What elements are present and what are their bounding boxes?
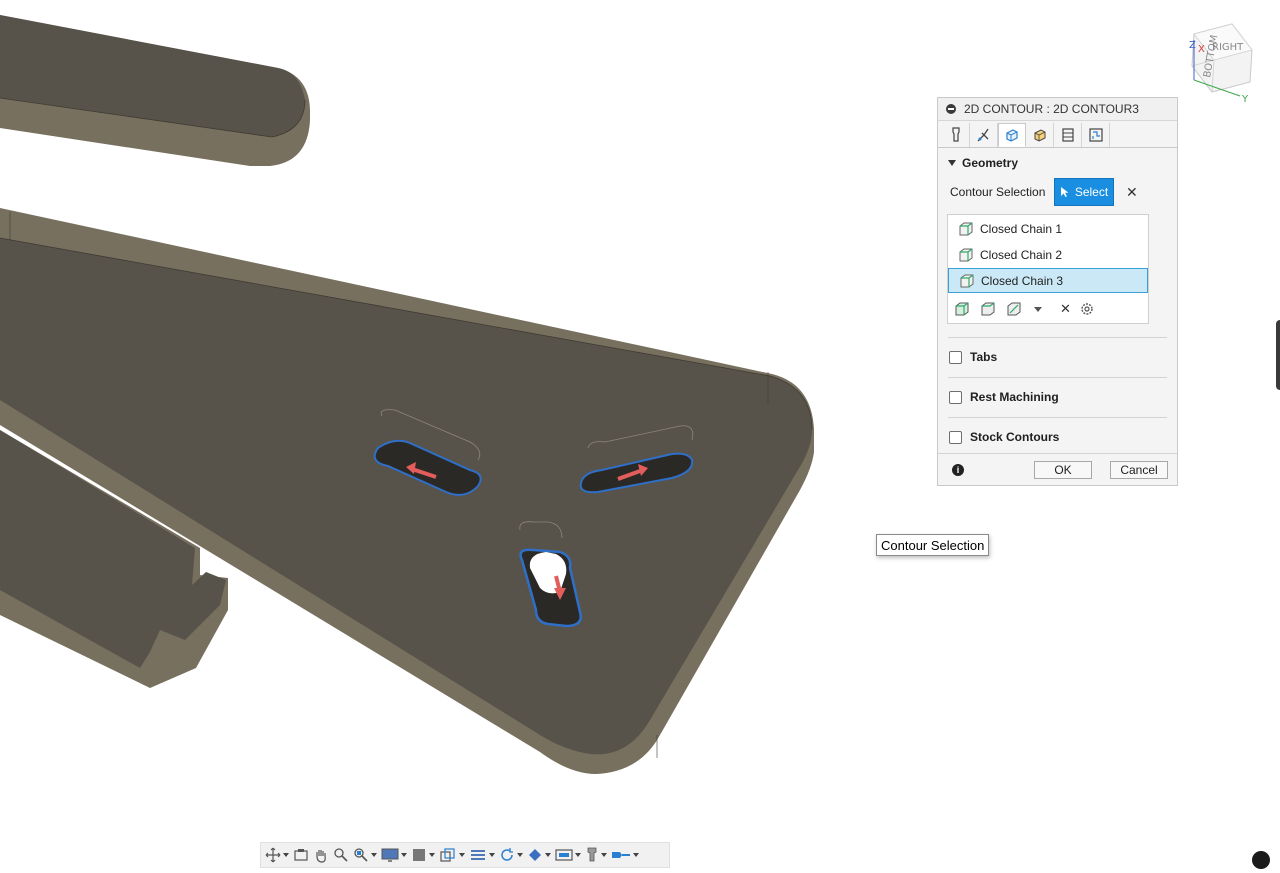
pan-button[interactable]	[313, 847, 329, 863]
add-chain-icon[interactable]	[954, 302, 972, 316]
chain-icon	[959, 222, 973, 235]
settings-gear-icon[interactable]	[1079, 301, 1095, 317]
expand-triangle-icon	[948, 160, 956, 166]
view-cube[interactable]: RIGHT BOTTOM Z X Y	[1180, 20, 1260, 105]
tab-linking[interactable]	[1082, 123, 1110, 147]
chain-list-toolbar: ✕	[948, 294, 1148, 324]
tool-holder-icon	[977, 128, 989, 142]
side-panel-handle[interactable]	[1276, 320, 1280, 390]
upper-bar-body[interactable]	[0, 15, 310, 166]
tool-display-button[interactable]	[585, 847, 607, 863]
tabs-checkbox[interactable]	[949, 350, 962, 364]
rest-machining-row: Rest Machining	[938, 378, 1177, 416]
tab-tool-holder[interactable]	[970, 123, 998, 147]
list-item-selected[interactable]: Closed Chain 3	[948, 268, 1148, 293]
diamond-icon	[529, 849, 541, 861]
tool-icon	[951, 127, 960, 142]
list-item[interactable]: Closed Chain 1	[948, 216, 1148, 241]
open-chain-icon[interactable]	[980, 302, 998, 316]
rest-machining-label: Rest Machining	[970, 390, 1059, 404]
move-arrows-icon	[265, 847, 281, 863]
stock-contours-row: Stock Contours	[938, 418, 1177, 456]
cursor-arrow-icon	[1060, 187, 1069, 197]
rest-machining-checkbox[interactable]	[949, 390, 962, 404]
tab-heights[interactable]	[1026, 123, 1054, 147]
stock-contours-label: Stock Contours	[970, 430, 1060, 444]
notification-icon[interactable]	[1252, 851, 1270, 869]
geometry-section-header[interactable]: Geometry	[938, 148, 1177, 178]
silhouette-chain-icon[interactable]	[1006, 302, 1024, 316]
hand-icon	[316, 850, 326, 863]
stock-display-button[interactable]	[527, 847, 551, 863]
clear-selection-icon[interactable]: ✕	[1126, 184, 1138, 201]
contour-selection-label: Contour Selection	[950, 185, 1046, 199]
refresh-button[interactable]	[499, 847, 523, 863]
axis-x-label: X	[1198, 44, 1205, 55]
select-button-label: Select	[1074, 185, 1109, 199]
heights-icon	[1034, 129, 1045, 142]
chain-icon	[960, 274, 974, 287]
zoom-fit-icon	[354, 848, 368, 862]
capture-position-button[interactable]	[293, 847, 309, 863]
end-mill-icon	[587, 847, 597, 862]
chain-label: Closed Chain 2	[980, 247, 1063, 262]
contour-selection-tooltip: Contour Selection	[876, 534, 990, 556]
remove-chain-icon[interactable]: ✕	[1060, 301, 1071, 317]
zoom-button[interactable]	[333, 847, 349, 863]
tab-geometry[interactable]	[998, 123, 1026, 147]
orbit-tool-button[interactable]	[265, 847, 289, 863]
more-options-dropdown-icon[interactable]	[1032, 306, 1042, 312]
contour-dialog: 2D CONTOUR : 2D CONTOUR3 Geometry Contou…	[937, 97, 1178, 486]
toolpath-display-button[interactable]	[611, 847, 639, 863]
dialog-header: 2D CONTOUR : 2D CONTOUR3	[938, 98, 1177, 121]
tab-passes[interactable]	[1054, 123, 1082, 147]
linking-icon	[1088, 128, 1103, 142]
chain-list: Closed Chain 1 Closed Chain 2 Closed Cha…	[947, 214, 1149, 324]
navigation-toolbar	[260, 842, 670, 868]
camera-icon	[294, 849, 308, 861]
chain-icon	[959, 248, 973, 261]
layers-icon	[471, 850, 485, 860]
list-item[interactable]: Closed Chain 2	[948, 242, 1148, 267]
triangle-plate-body[interactable]	[0, 208, 814, 774]
screen-icon	[555, 849, 573, 861]
toolpath-icon	[612, 852, 630, 858]
chain-label: Closed Chain 1	[980, 221, 1063, 236]
geometry-section-title: Geometry	[962, 156, 1019, 170]
geometry-icon	[1006, 129, 1018, 142]
display-settings-button[interactable]	[381, 847, 407, 863]
simulation-display-button[interactable]	[555, 847, 581, 863]
dialog-title: 2D CONTOUR : 2D CONTOUR3	[964, 102, 1139, 116]
refresh-icon	[501, 848, 513, 861]
fit-button[interactable]	[353, 847, 377, 863]
grid-icon	[413, 849, 425, 861]
contour-selection-row: Contour Selection Select ✕	[938, 178, 1177, 206]
tabs-label: Tabs	[970, 350, 998, 364]
view-icon	[440, 848, 455, 862]
axis-y-label: Y	[1241, 94, 1249, 105]
chain-label: Closed Chain 3	[981, 273, 1064, 288]
layers-button[interactable]	[469, 847, 495, 863]
tab-tool[interactable]	[942, 123, 970, 147]
ok-button[interactable]: OK	[1034, 460, 1092, 479]
view-cube-settings-button[interactable]	[439, 847, 465, 863]
collapse-dialog-icon[interactable]	[946, 104, 956, 114]
cancel-button[interactable]: Cancel	[1110, 460, 1168, 479]
select-contour-button[interactable]: Select	[1054, 178, 1114, 206]
zoom-icon	[334, 848, 348, 862]
dialog-footer: i OK Cancel	[938, 453, 1177, 485]
stock-contours-checkbox[interactable]	[949, 430, 962, 444]
monitor-icon	[381, 848, 399, 862]
axis-z-label: Z	[1189, 40, 1196, 51]
passes-icon	[1061, 128, 1074, 142]
dialog-tabs	[938, 121, 1177, 148]
grid-settings-button[interactable]	[411, 847, 435, 863]
tabs-section-row: Tabs	[938, 338, 1177, 376]
info-icon[interactable]: i	[952, 463, 964, 476]
